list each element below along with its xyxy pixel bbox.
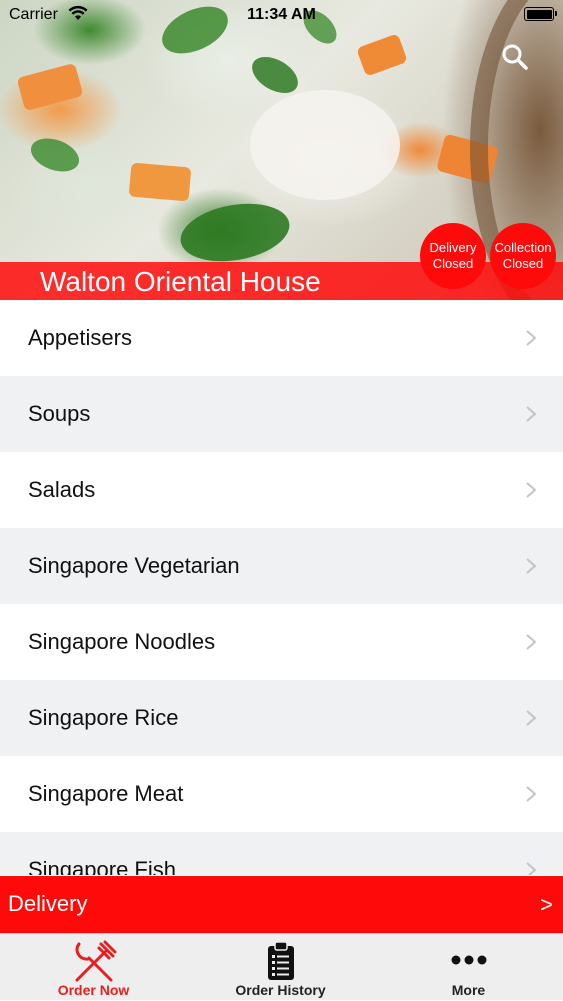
clipboard-list-icon (267, 941, 294, 980)
chevron-right-icon (526, 634, 537, 650)
category-row-salads[interactable]: Salads (0, 452, 563, 528)
food-image-herb (26, 132, 84, 178)
category-row-singapore-vegetarian[interactable]: Singapore Vegetarian (0, 528, 563, 604)
food-image-chicken (250, 90, 400, 200)
category-row-appetisers[interactable]: Appetisers (0, 300, 563, 376)
chevron-right-icon (526, 406, 537, 422)
food-image-herb (176, 195, 294, 270)
food-image-herb (245, 49, 305, 101)
more-dots-icon (451, 955, 486, 965)
chevron-right-icon (526, 710, 537, 726)
collection-status-label: Collection (494, 240, 552, 255)
chevron-right-icon: > (540, 892, 553, 917)
category-label: Singapore Meat (28, 781, 184, 806)
delivery-mode-label: Delivery (8, 891, 88, 916)
tab-more[interactable]: More (374, 934, 563, 1001)
status-bar: Carrier 11:34 AM (0, 0, 563, 30)
fork-knife-icon (75, 940, 116, 982)
tab-bar: Order Now Order History More (0, 933, 563, 1000)
header-hero: Carrier 11:34 AM Walton Oriental House D… (0, 0, 563, 300)
category-row-singapore-noodles[interactable]: Singapore Noodles (0, 604, 563, 680)
food-image-carrot (128, 162, 192, 202)
category-label: Singapore Vegetarian (28, 553, 240, 578)
chevron-right-icon (526, 330, 537, 346)
delivery-status-label: Delivery (429, 240, 477, 255)
delivery-status-badge: Delivery Closed (420, 223, 486, 289)
category-label: Singapore Rice (28, 705, 179, 730)
category-label: Salads (28, 477, 96, 502)
chevron-right-icon (526, 862, 537, 875)
tab-label: Order Now (57, 982, 130, 998)
chevron-right-icon (526, 482, 537, 498)
category-label: Appetisers (28, 325, 132, 350)
category-row-singapore-rice[interactable]: Singapore Rice (0, 680, 563, 756)
collection-status-value: Closed (502, 256, 544, 271)
food-image-carrot (356, 33, 408, 77)
category-row-singapore-fish[interactable]: Singapore Fish (0, 832, 563, 875)
category-row-singapore-meat[interactable]: Singapore Meat (0, 756, 563, 832)
restaurant-name: Walton Oriental House (40, 266, 321, 297)
category-label: Singapore Fish (28, 857, 176, 875)
tab-order-now[interactable]: Order Now (0, 934, 187, 1001)
battery-icon (524, 7, 557, 21)
category-row-soups[interactable]: Soups (0, 376, 563, 452)
chevron-right-icon (526, 786, 537, 802)
collection-status-badge: Collection Closed (490, 223, 556, 289)
tab-order-history[interactable]: Order History (187, 934, 374, 1001)
food-image-carrot (16, 62, 84, 112)
category-list: Appetisers Soups Salads Singapore Vegeta… (0, 300, 563, 875)
delivery-mode-bar[interactable]: Delivery > (0, 876, 563, 933)
tab-label: Order History (235, 982, 326, 998)
category-label: Singapore Noodles (28, 629, 216, 654)
tab-label: More (451, 982, 486, 998)
delivery-status-value: Closed (432, 256, 474, 271)
search-icon[interactable] (500, 42, 530, 72)
category-label: Soups (28, 401, 91, 426)
chevron-right-icon (526, 558, 537, 574)
clock-time: 11:34 AM (247, 6, 316, 23)
